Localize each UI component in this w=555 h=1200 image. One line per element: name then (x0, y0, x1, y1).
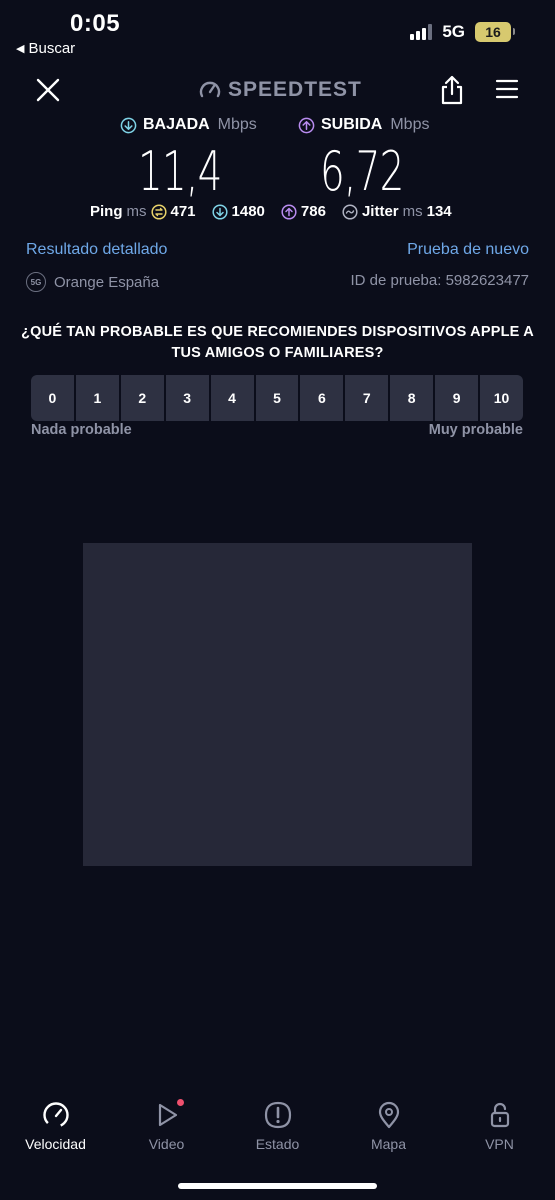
5g-badge-icon: 5G (26, 272, 46, 292)
ping-idle-icon (150, 203, 167, 220)
rating-option-10[interactable]: 10 (480, 375, 523, 421)
bottom-tab-bar: Velocidad Video Estado Mapa VPN (0, 1099, 555, 1160)
upload-label: SUBIDA Mbps (298, 116, 429, 134)
network-type: 5G (442, 22, 465, 41)
survey-question: ¿QUÉ TAN PROBABLE ES QUE RECOMIENDES DIS… (21, 324, 534, 361)
download-unit: Mbps (217, 116, 257, 133)
upload-unit: Mbps (390, 116, 430, 133)
logo-text: SPEEDTEST (228, 78, 362, 101)
jitter-unit: ms (402, 203, 423, 220)
provider-name: Orange España (54, 273, 160, 291)
tab-label: Velocidad (25, 1136, 86, 1152)
retest-link[interactable]: Prueba de nuevo (407, 241, 529, 259)
home-indicator[interactable] (178, 1183, 377, 1189)
rating-option-4[interactable]: 4 (210, 375, 254, 421)
jitter-icon (342, 203, 358, 220)
tab-velocidad[interactable]: Velocidad (0, 1100, 111, 1160)
rating-option-6[interactable]: 6 (300, 375, 344, 421)
speedometer-icon (42, 1102, 69, 1128)
download-label: BAJADA Mbps (120, 116, 257, 134)
scale-low-label: Nada probable (31, 422, 132, 438)
share-icon[interactable] (438, 74, 466, 106)
notification-dot (176, 1099, 184, 1106)
back-label: Buscar (28, 40, 76, 57)
ping-row: Ping ms 471 1480 786 Jitter ms 134 (90, 203, 452, 220)
tab-label: VPN (485, 1136, 514, 1152)
status-time: 0:05 (70, 10, 121, 37)
speedtest-logo: SPEEDTEST (198, 78, 362, 102)
ping-upload-value: 786 (300, 203, 326, 220)
rating-scale: 0 1 2 3 4 5 6 7 8 9 10 (31, 375, 523, 421)
rating-option-7[interactable]: 7 (345, 375, 389, 421)
test-id: ID de prueba: 5982623477 (350, 272, 529, 289)
upload-title: SUBIDA (321, 116, 383, 133)
rating-option-0[interactable]: 0 (31, 375, 74, 421)
back-to-search[interactable]: ◀ Buscar (16, 40, 75, 57)
jitter-value: 134 (426, 203, 452, 220)
menu-icon[interactable] (495, 78, 519, 100)
upload-arrow-icon (298, 117, 315, 133)
download-title: BAJADA (143, 116, 210, 133)
rating-option-1[interactable]: 1 (75, 375, 119, 421)
tab-mapa[interactable]: Mapa (333, 1100, 444, 1160)
scale-high-label: Muy probable (428, 422, 523, 438)
back-triangle-icon: ◀ (16, 43, 25, 55)
status-indicators: 5G 16 (410, 22, 515, 42)
rating-option-2[interactable]: 2 (120, 375, 164, 421)
ping-upload-icon (281, 203, 297, 220)
jitter-label: Jitter (361, 203, 399, 220)
speedometer-logo-icon (199, 81, 221, 98)
alert-icon (264, 1101, 291, 1129)
download-value: 11,4 (138, 140, 222, 203)
rating-option-3[interactable]: 3 (165, 375, 209, 421)
ad-placeholder[interactable] (83, 543, 472, 866)
rating-option-8[interactable]: 8 (390, 375, 434, 421)
upload-value: 6,72 (320, 140, 404, 203)
ping-idle-value: 471 (170, 203, 196, 220)
ping-download-value: 1480 (231, 203, 265, 220)
battery-icon: 16 (475, 22, 515, 42)
provider-info: 5G Orange España (26, 272, 159, 292)
map-pin-icon (378, 1101, 399, 1129)
rating-option-9[interactable]: 9 (435, 375, 479, 421)
detailed-result-link[interactable]: Resultado detallado (26, 241, 167, 259)
lock-icon (490, 1102, 509, 1128)
rating-option-5[interactable]: 5 (255, 375, 299, 421)
play-icon (152, 1099, 184, 1130)
tab-label: Video (148, 1136, 185, 1152)
download-arrow-icon (120, 117, 137, 133)
tab-estado[interactable]: Estado (222, 1100, 333, 1160)
tab-label: Estado (255, 1136, 300, 1152)
ping-download-icon (211, 203, 228, 220)
tab-video[interactable]: Video (111, 1099, 222, 1160)
tab-vpn[interactable]: VPN (444, 1100, 555, 1160)
ping-unit: ms (126, 203, 147, 220)
ping-label: Ping (90, 203, 123, 220)
close-icon[interactable] (34, 76, 62, 104)
battery-level: 16 (485, 24, 501, 40)
tab-label: Mapa (370, 1136, 407, 1152)
signal-icon (410, 24, 433, 40)
